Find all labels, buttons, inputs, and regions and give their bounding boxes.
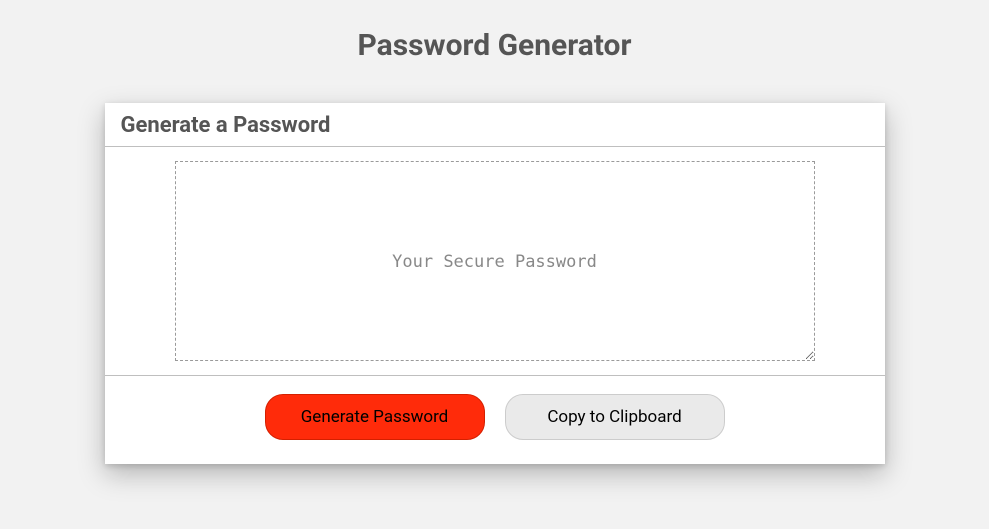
card-footer: Generate Password Copy to Clipboard	[105, 376, 885, 464]
page-title: Password Generator	[0, 28, 989, 63]
card-heading: Generate a Password	[121, 113, 869, 138]
card-header: Generate a Password	[105, 103, 885, 147]
password-output[interactable]	[175, 161, 815, 361]
copy-to-clipboard-button[interactable]: Copy to Clipboard	[505, 394, 725, 440]
generator-card: Generate a Password Generate Password Co…	[105, 103, 885, 464]
card-body	[105, 147, 885, 376]
generate-password-button[interactable]: Generate Password	[265, 394, 485, 440]
